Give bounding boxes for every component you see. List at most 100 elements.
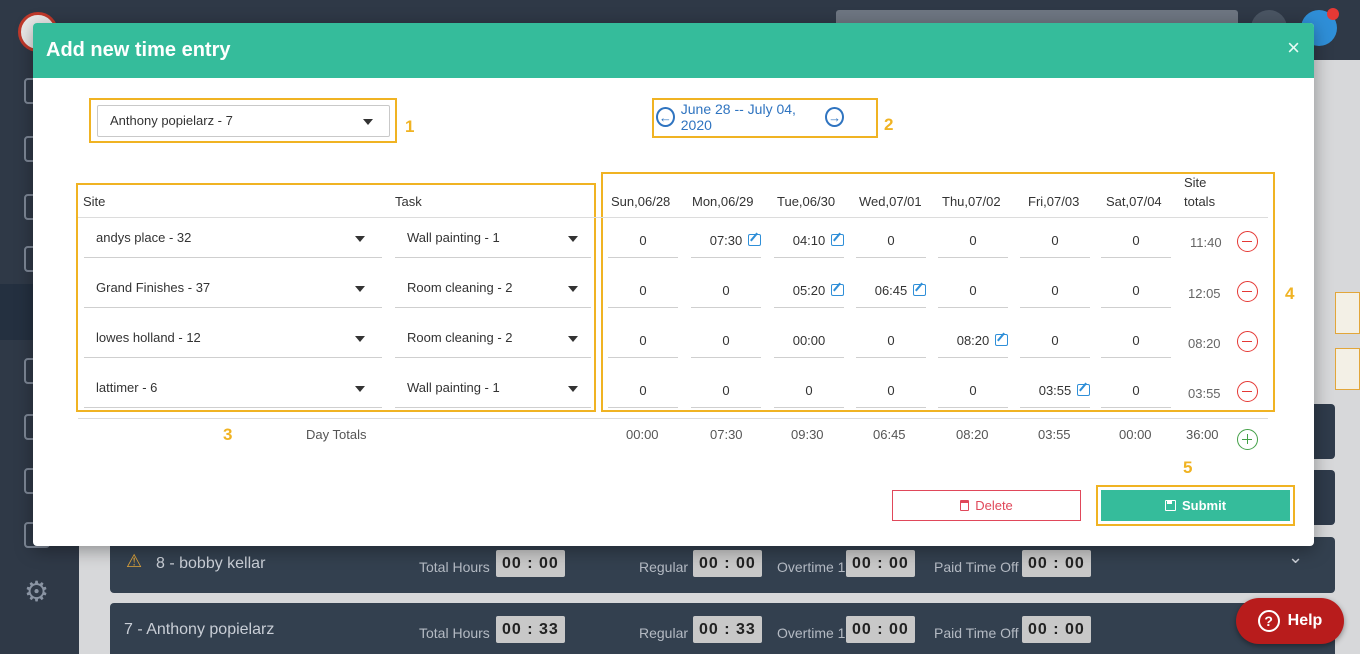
time-input[interactable]: 0 (691, 323, 761, 358)
chevron-down-icon (568, 386, 578, 392)
site-total: 11:40 (1190, 235, 1222, 250)
task-select[interactable]: Room cleaning - 2 (395, 318, 591, 358)
warning-icon: ⚠ (126, 551, 143, 571)
task-select[interactable]: Wall painting - 1 (395, 218, 591, 258)
modal-title: Add new time entry (46, 39, 231, 61)
save-icon (1164, 500, 1176, 511)
employee-select-value: Anthony popielarz - 7 (110, 113, 233, 128)
time-input[interactable]: 07:30 (691, 223, 761, 258)
employee-select[interactable]: Anthony popielarz - 7 (97, 105, 390, 137)
time-input[interactable]: 0 (1020, 223, 1090, 258)
time-input[interactable]: 0 (1101, 223, 1171, 258)
time-value: 08:20 (956, 333, 990, 348)
time-value: 0 (1051, 283, 1059, 298)
time-input[interactable]: 0 (938, 273, 1008, 308)
time-input[interactable]: 0 (774, 373, 844, 408)
pto-label: Paid Time Off (934, 559, 1019, 575)
time-value: 00:00 (792, 333, 826, 348)
next-week-arrow-icon[interactable]: → (825, 107, 844, 127)
trash-icon (960, 500, 970, 511)
delete-button[interactable]: Delete (892, 490, 1081, 521)
chevron-down-icon[interactable]: ⌄ (1288, 547, 1303, 568)
time-input[interactable]: 0 (1020, 323, 1090, 358)
time-input[interactable]: 06:45 (856, 273, 926, 308)
time-input[interactable]: 0 (856, 223, 926, 258)
time-value: 0 (1051, 233, 1059, 248)
employee-row[interactable]: 7 - Anthony popielarz Total Hours 00 : 3… (110, 603, 1335, 654)
time-value: 0 (887, 233, 895, 248)
overtime-value: 00 : 00 (846, 616, 915, 643)
time-value: 06:45 (874, 283, 908, 298)
remove-row-icon[interactable] (1237, 381, 1258, 402)
time-value: 0 (639, 233, 647, 248)
chevron-down-icon (568, 336, 578, 342)
time-value: 0 (887, 333, 895, 348)
time-input[interactable]: 0 (608, 323, 678, 358)
time-value: 0 (639, 333, 647, 348)
close-icon[interactable]: × (1287, 37, 1300, 59)
regular-label: Regular (639, 625, 689, 641)
totals-divider (78, 418, 1268, 419)
column-header-day: Tue,06/30 (777, 194, 836, 209)
annotation-label-5: 5 (1183, 458, 1193, 477)
column-header-site-totals: Site (1184, 175, 1207, 190)
task-select[interactable]: Room cleaning - 2 (395, 268, 591, 308)
task-select[interactable]: Wall painting - 1 (395, 368, 591, 408)
edit-icon[interactable] (831, 234, 844, 246)
task-select-value: Wall painting - 1 (407, 230, 500, 245)
week-label: June 28 -- July 04, 2020 (680, 101, 796, 133)
chevron-down-icon (355, 236, 365, 242)
time-input[interactable]: 0 (938, 223, 1008, 258)
site-select[interactable]: lattimer - 6 (84, 368, 382, 408)
remove-row-icon[interactable] (1237, 231, 1258, 252)
day-total: 03:55 (1038, 427, 1071, 442)
site-select[interactable]: andys place - 32 (84, 218, 382, 258)
regular-value: 00 : 33 (693, 616, 762, 643)
edit-icon[interactable] (995, 334, 1008, 346)
chevron-down-icon (355, 286, 365, 292)
edit-icon[interactable] (748, 234, 761, 246)
time-input[interactable]: 08:20 (938, 323, 1008, 358)
submit-button[interactable]: Submit (1101, 490, 1290, 521)
time-input[interactable]: 0 (856, 373, 926, 408)
time-input[interactable]: 0 (1101, 323, 1171, 358)
employee-name: 7 - Anthony popielarz (124, 621, 275, 638)
site-select[interactable]: Grand Finishes - 37 (84, 268, 382, 308)
time-input[interactable]: 0 (691, 273, 761, 308)
help-button[interactable]: ? Help (1236, 598, 1344, 644)
time-input[interactable]: 03:55 (1020, 373, 1090, 408)
edit-icon[interactable] (831, 284, 844, 296)
column-header-site-totals: totals (1184, 194, 1216, 209)
day-total: 08:20 (956, 427, 989, 442)
time-input[interactable]: 0 (608, 223, 678, 258)
time-value: 0 (887, 383, 895, 398)
time-input[interactable]: 0 (1101, 373, 1171, 408)
column-header-day: Sat,07/04 (1106, 194, 1162, 209)
add-row-icon[interactable] (1237, 429, 1258, 450)
time-input[interactable]: 04:10 (774, 223, 844, 258)
delete-label: Delete (975, 498, 1013, 513)
time-value: 0 (639, 383, 647, 398)
time-input[interactable]: 0 (856, 323, 926, 358)
notification-dot (1327, 8, 1339, 20)
site-select[interactable]: lowes holland - 12 (84, 318, 382, 358)
time-input[interactable]: 0 (1020, 273, 1090, 308)
time-input[interactable]: 00:00 (774, 323, 844, 358)
remove-row-icon[interactable] (1237, 331, 1258, 352)
total-hours-value: 00 : 00 (496, 550, 565, 577)
time-input[interactable]: 0 (1101, 273, 1171, 308)
prev-week-arrow-icon[interactable]: ← (656, 107, 675, 127)
time-value: 03:55 (1038, 383, 1072, 398)
time-input[interactable]: 05:20 (774, 273, 844, 308)
time-value: 0 (1132, 233, 1140, 248)
regular-value: 00 : 00 (693, 550, 762, 577)
time-input[interactable]: 0 (608, 373, 678, 408)
edit-icon[interactable] (913, 284, 926, 296)
edit-icon[interactable] (1077, 384, 1090, 396)
time-input[interactable]: 0 (691, 373, 761, 408)
site-total: 03:55 (1188, 386, 1221, 401)
gear-icon[interactable]: ⚙ (24, 578, 52, 606)
remove-row-icon[interactable] (1237, 281, 1258, 302)
time-input[interactable]: 0 (938, 373, 1008, 408)
time-input[interactable]: 0 (608, 273, 678, 308)
